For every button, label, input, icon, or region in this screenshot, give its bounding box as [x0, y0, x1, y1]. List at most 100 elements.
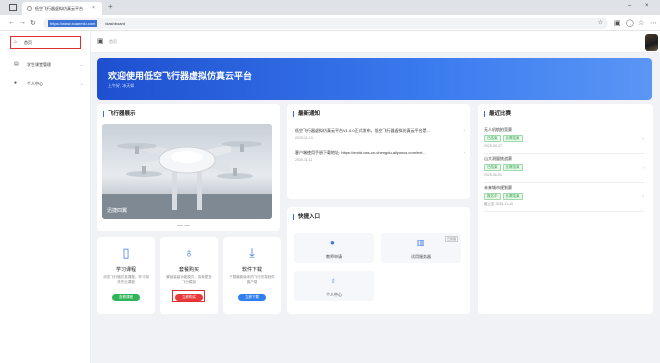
feature-description: 浏览飞行器仿真课程，学习相关作业课程 [103, 275, 149, 284]
competition-name: 未来城市规划赛 [484, 185, 512, 190]
quick-tile-trial-server[interactable]: ▥ 已受理 试用服务器 [381, 233, 461, 263]
tab-close-icon[interactable]: × [92, 5, 95, 11]
status-badge: 已结束 [484, 164, 501, 171]
chevron-right-icon: › [642, 165, 644, 171]
new-tab-icon[interactable]: + [108, 2, 113, 11]
quick-tile-teacher-apply[interactable]: ● 教师申请 [294, 233, 374, 263]
competition-name: 山大测量挑战赛 [484, 156, 512, 161]
sidebar-item-label: 个人中心 [27, 81, 43, 86]
feature-card-purchase: ♁ 套餐购买 解锁高级功能模式，探索更多飞行模拟 立即购买 [160, 237, 218, 314]
feature-title: 套餐购买 [178, 267, 199, 273]
competitions-title: 最近比赛 [484, 111, 511, 117]
refresh-icon[interactable]: ↻ [30, 19, 36, 27]
tab-favicon-icon [27, 6, 32, 11]
sidebar: ⌂ 首页 ▤ 学生课堂管理 ⌄ ● 个人中心 ⌄ [0, 31, 91, 363]
feature-card-download: ⤓ 软件下载 下载最新版本的飞行仿真软件客户端 立即下载 [223, 237, 281, 314]
window-menu-icon[interactable] [9, 4, 17, 11]
feature-title: 学习课程 [115, 267, 136, 273]
news-item[interactable]: 低空飞行器虚拟仿真云平台V1.0.0正式发布。低空飞行器虚拟仿真云平台是... … [295, 128, 465, 140]
sidebar-item-home[interactable]: ⌂ 首页 [10, 36, 81, 49]
competition-date: 2025-09-27 [484, 144, 502, 148]
feature-description: 下载最新版本的飞行仿真软件客户端 [229, 275, 275, 284]
status-badge: 已结束 [484, 135, 501, 142]
news-item-date: 2025-11-13 [295, 136, 313, 140]
sidebar-item-class-management[interactable]: ▤ 学生课堂管理 ⌄ [0, 58, 91, 70]
drone-caption: 迅捷四翼 [107, 208, 128, 214]
competition-item[interactable]: 山大测量挑战赛 已结束 比赛结束 2025-06-01 › [484, 156, 644, 183]
news-item-title: 客户端使用手册下载地址: https://eruid.oss-cn-chengd… [295, 150, 426, 155]
close-window-icon[interactable]: × [645, 3, 649, 9]
welcome-banner: 欢迎使用低空飞行器虚拟仿真云平台 上午好, 冰天如 [97, 58, 652, 100]
profile-icon[interactable]: ◯ [626, 19, 634, 27]
back-icon[interactable]: ← [8, 19, 15, 26]
competition-date: 截止至 2025-11-10 [484, 202, 514, 206]
status-badge: 比赛结束 [502, 193, 523, 200]
carousel-indicator[interactable] [177, 222, 191, 227]
minimize-icon[interactable]: – [628, 3, 631, 9]
bookmark-icon[interactable]: ☆ [598, 19, 603, 26]
chevron-right-icon: › [463, 150, 465, 156]
more-icon[interactable]: ⋯ [650, 19, 657, 27]
menu-toggle-icon[interactable]: ▣ [97, 37, 104, 45]
home-icon: ⌂ [14, 39, 18, 45]
highlight-outline [172, 290, 205, 302]
status-badge: 已受理 [444, 236, 458, 242]
status-badge: 报名中 [484, 193, 501, 200]
user-icon: ♁ [330, 276, 336, 285]
drone-image[interactable]: 迅捷四翼 [102, 124, 272, 219]
quick-entry-title: 快捷入口 [293, 214, 320, 220]
quick-tile-profile[interactable]: ♁ 个人中心 [294, 271, 374, 301]
feature-card-courses: ▯ 学习课程 浏览飞行器仿真课程，学习相关作业课程 查看课程 [97, 237, 155, 314]
sidebar-item-label: 学生课堂管理 [27, 62, 51, 67]
competitions-card: 最近比赛 无人机航拍竞赛 已结束 比赛结束 2025-09-27 › 山大测量挑战… [478, 104, 653, 314]
news-item-date: 2025-11-11 [295, 158, 313, 162]
quick-tile-label: 教师申请 [326, 254, 342, 259]
status-badge: 比赛结束 [502, 164, 523, 171]
news-card: 最新通知 低空飞行器虚拟仿真云平台V1.0.0正式发布。低空飞行器虚拟仿真云平台… [287, 104, 470, 199]
browser-tab[interactable]: 低空飞行器虚拟仿真云平台 × [22, 2, 102, 15]
trophy-icon: ♁ [184, 245, 194, 260]
news-item[interactable]: 客户端使用手册下载地址: https://eruid.oss-cn-chengd… [295, 150, 465, 162]
url-input[interactable]: https://www.xuanmiu.com /dashboard ☆ [43, 18, 608, 29]
competition-date: 2025-06-01 [484, 173, 502, 177]
view-courses-button[interactable]: 查看课程 [112, 294, 140, 301]
drone-illustration [102, 141, 272, 219]
competition-name: 无人机航拍竞赛 [484, 127, 512, 132]
feature-title: 软件下载 [241, 267, 262, 273]
quick-tile-label: 个人中心 [326, 292, 342, 297]
sidebar-item-label: 首页 [24, 40, 32, 45]
user-icon: ● [14, 80, 18, 86]
chevron-down-icon: ⌄ [80, 62, 84, 67]
chevron-right-icon: › [642, 136, 644, 142]
download-icon: ⤓ [249, 245, 255, 260]
sidebar-item-profile[interactable]: ● 个人中心 ⌄ [0, 77, 91, 89]
forward-icon[interactable]: → [19, 19, 26, 26]
chevron-right-icon: › [642, 194, 644, 200]
status-badge: 比赛结束 [502, 135, 523, 142]
address-bar: ← → ↻ https://www.xuanmiu.com /dashboard… [0, 15, 660, 31]
book-icon: ▯ [122, 245, 130, 260]
showcase-title: 飞行器展示 [103, 111, 136, 117]
avatar[interactable] [645, 34, 658, 51]
document-icon: ▤ [14, 61, 19, 67]
banner-subtitle: 上午好, 冰天如 [108, 83, 135, 88]
breadcrumb[interactable]: 首页 [109, 39, 117, 45]
quick-tile-label: 试用服务器 [411, 254, 431, 259]
page-header: ▣ 首页 [91, 31, 660, 53]
favorites-icon[interactable]: ☆ [638, 19, 644, 27]
quick-entry-card: 快捷入口 ● 教师申请 ▥ 已受理 试用服务器 ♁ 个人中心 [287, 207, 470, 314]
feature-description: 解锁高级功能模式，探索更多飞行模拟 [166, 275, 212, 284]
competition-item[interactable]: 无人机航拍竞赛 已结束 比赛结束 2025-09-27 › [484, 127, 644, 154]
news-title: 最新通知 [293, 111, 320, 117]
person-icon: ● [330, 238, 335, 247]
tab-title: 低空飞行器虚拟仿真云平台 [35, 6, 83, 11]
news-item-title: 低空飞行器虚拟仿真云平台V1.0.0正式发布。低空飞行器虚拟仿真云平台是... [295, 128, 430, 133]
download-now-button[interactable]: 立即下载 [238, 294, 266, 301]
banner-title: 欢迎使用低空飞行器虚拟仿真云平台 [108, 71, 253, 81]
competition-item[interactable]: 未来城市规划赛 报名中 比赛结束 截止至 2025-11-10 › [484, 185, 644, 212]
extensions-icon[interactable]: ▣ [614, 19, 621, 27]
chevron-down-icon: ⌄ [80, 81, 84, 86]
showcase-card: 飞行器展示 迅捷四翼 [97, 104, 280, 231]
url-selected-text: https://www.xuanmiu.com [48, 20, 98, 27]
chevron-right-icon: › [463, 128, 465, 134]
